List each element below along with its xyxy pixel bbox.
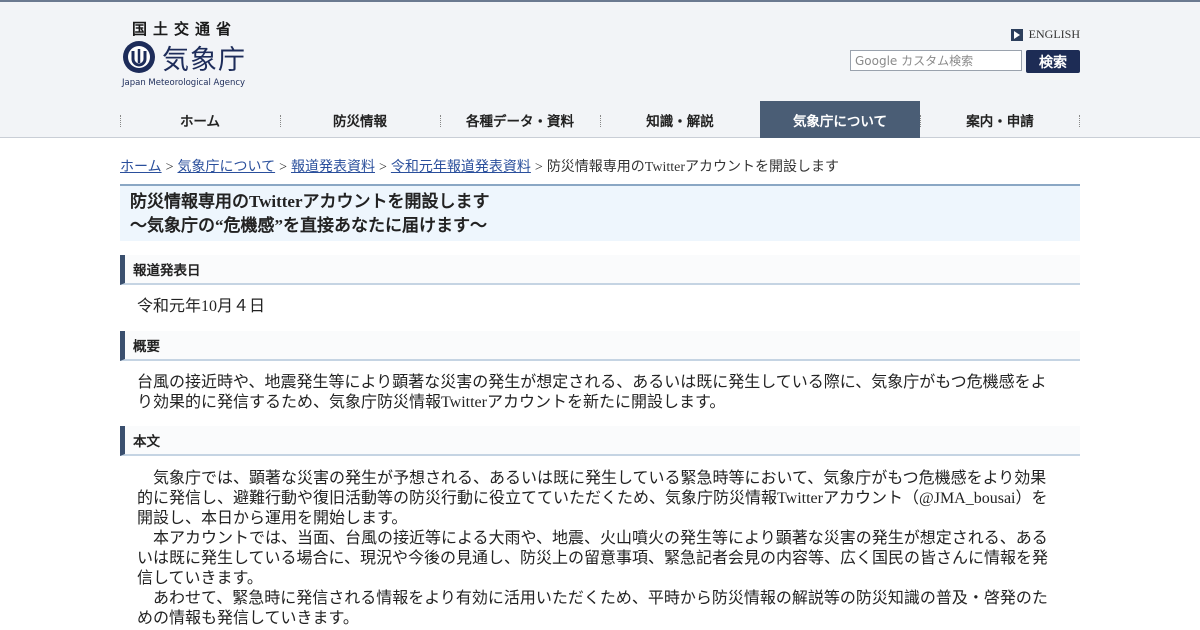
- jma-emblem-icon: [123, 41, 155, 73]
- body-paragraph: 本アカウントでは、当面、台風の接近等による大雨や、地震、火山噴火の発生等により顕…: [137, 530, 1049, 587]
- breadcrumb-link-press[interactable]: 報道発表資料: [291, 160, 375, 175]
- breadcrumb-link-about[interactable]: 気象庁について: [178, 160, 276, 175]
- breadcrumb-separator: >: [279, 160, 287, 175]
- body-paragraph: 気象庁では、顕著な災害の発生が予想される、あるいは既に発生している緊急時等におい…: [137, 470, 1048, 527]
- breadcrumb-separator: >: [534, 160, 543, 175]
- nav-item-home[interactable]: ホーム: [120, 101, 280, 138]
- english-link[interactable]: ENGLISH: [1010, 27, 1080, 42]
- release-date: 令和元年10月４日: [137, 298, 266, 315]
- page-title-box: 防災情報専用のTwitterアカウントを開設します ～気象庁の“危機感”を直接あ…: [120, 184, 1080, 241]
- ministry-name: 国土交通省: [132, 20, 238, 38]
- body-text: 気象庁では、顕著な災害の発生が予想される、あるいは既に発生している緊急時等におい…: [137, 469, 1057, 629]
- nav-item-about[interactable]: 気象庁について: [760, 101, 920, 138]
- breadcrumb-link-press-r1[interactable]: 令和元年報道発表資料: [391, 160, 531, 175]
- english-link-label: ENGLISH: [1028, 27, 1080, 41]
- agency-name: 気象庁: [162, 45, 246, 76]
- breadcrumb: ホーム > 気象庁について > 報道発表資料 > 令和元年報道発表資料 > 防災情報専用のTwi…: [120, 156, 839, 176]
- summary-text: 台風の接近時や、地震発生等により顕著な災害の発生が想定される、あるいは既に発生し…: [137, 374, 1047, 411]
- breadcrumb-current: 防災情報専用のTwitterアカウントを開設します: [546, 160, 840, 175]
- section-heading-date: 報道発表日: [120, 255, 1080, 285]
- nav-item-disaster-info[interactable]: 防災情報: [280, 101, 440, 138]
- section-heading-body: 本文: [120, 426, 1080, 456]
- search-button[interactable]: 検索: [1026, 50, 1080, 73]
- play-arrow-icon: [1010, 28, 1023, 41]
- breadcrumb-link-home[interactable]: ホーム: [120, 160, 162, 175]
- search-input[interactable]: [850, 50, 1022, 71]
- breadcrumb-separator: >: [165, 160, 174, 175]
- page-title: 防災情報専用のTwitterアカウントを開設します: [130, 192, 490, 211]
- page-subtitle: ～気象庁の“危機感”を直接あなたに届けます～: [130, 216, 487, 235]
- breadcrumb-separator: >: [379, 160, 387, 175]
- nav-item-guide[interactable]: 案内・申請: [920, 101, 1080, 138]
- nav-item-knowledge[interactable]: 知識・解説: [600, 101, 760, 138]
- site-header: 国土交通省 気象庁 Japan Meteorological Agency EN…: [0, 2, 1200, 138]
- global-nav: ホーム 防災情報 各種データ・資料 知識・解説 気象庁について 案内・申請: [120, 101, 1080, 138]
- section-heading-summary: 概要: [120, 331, 1080, 361]
- nav-item-data[interactable]: 各種データ・資料: [440, 101, 600, 138]
- body-paragraph: あわせて、緊急時に発信される情報をより有効に活用いただくため、平時から防災情報の…: [137, 590, 1048, 627]
- agency-name-english: Japan Meteorological Agency: [122, 78, 246, 88]
- site-search: 検索: [850, 50, 1080, 73]
- jma-logo[interactable]: 国土交通省 気象庁 Japan Meteorological Agency: [120, 18, 260, 90]
